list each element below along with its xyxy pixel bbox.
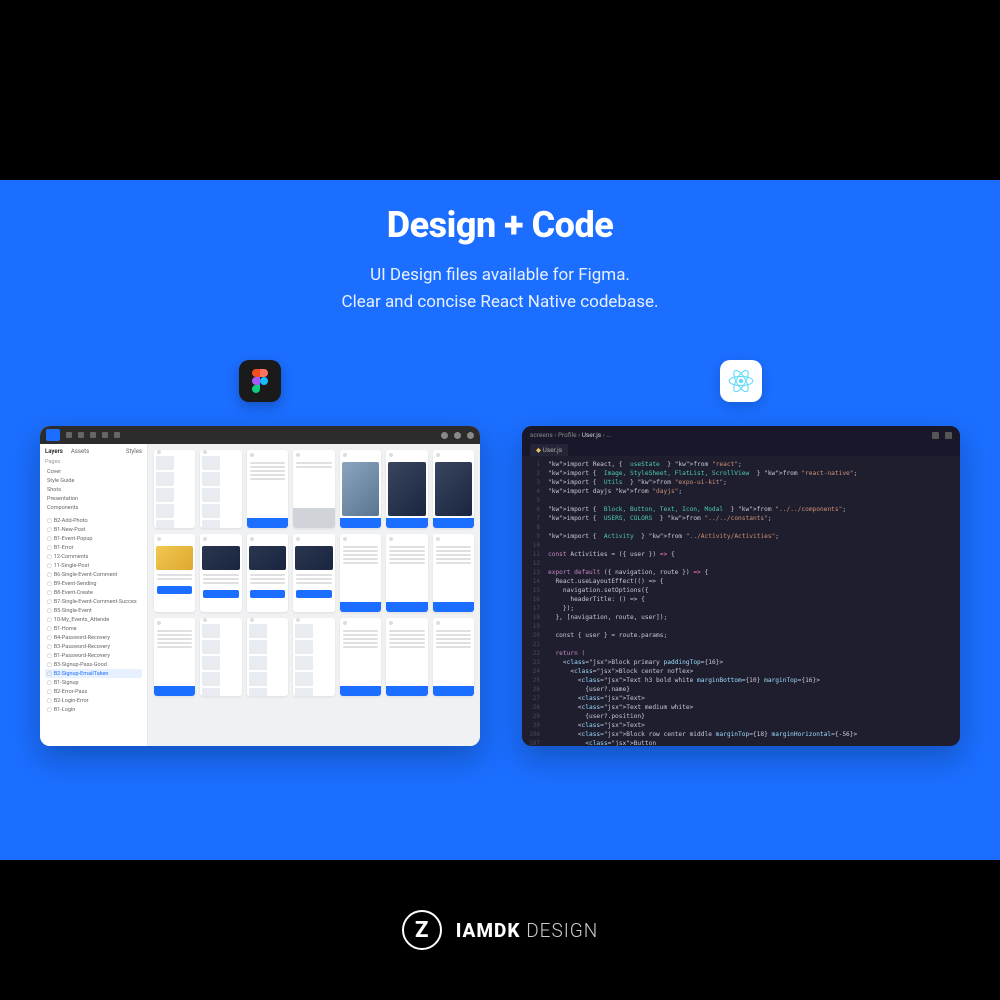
frame-item[interactable]: B9-Event-Sending — [45, 579, 142, 588]
frame-item[interactable]: B6-Single-Event-Comment — [45, 570, 142, 579]
frame-item[interactable]: B1-Event-Popup — [45, 534, 142, 543]
hero-sub-line1: UI Design files available for Figma. — [342, 262, 659, 289]
artboard[interactable] — [154, 450, 195, 528]
code-screenshot: screens › Profile › User.js › ... ◆ User… — [522, 426, 960, 746]
breadcrumb[interactable]: screens › Profile › User.js › ... — [530, 431, 611, 439]
frame-item[interactable]: B2-Error-Pass — [45, 687, 142, 696]
artboard[interactable] — [154, 534, 195, 612]
frame-item[interactable]: B2-Login-Error — [45, 696, 142, 705]
top-black-band — [0, 0, 1000, 180]
editor-body[interactable]: 1234567891011121314151617181920212223242… — [522, 456, 960, 746]
artboard[interactable] — [200, 618, 241, 696]
react-icon — [728, 368, 754, 394]
frame-item[interactable]: B1-Error — [45, 543, 142, 552]
page-item[interactable]: Components — [45, 503, 142, 512]
frame-item[interactable]: B8-Event-Create — [45, 588, 142, 597]
artboard[interactable] — [247, 534, 288, 612]
artboard[interactable] — [433, 534, 474, 612]
artboard[interactable] — [340, 450, 381, 528]
frame-item[interactable]: 12-Comments — [45, 552, 142, 561]
artboard[interactable] — [247, 450, 288, 528]
artboard[interactable] — [433, 450, 474, 528]
editor-tab[interactable]: ◆ User.js — [530, 444, 568, 456]
avatar-icon[interactable] — [441, 432, 448, 439]
figma-toolbar[interactable] — [40, 426, 480, 444]
frame-item[interactable]: B1-Home — [45, 624, 142, 633]
frame-item[interactable]: B2-Signup-EmailTaken — [45, 669, 142, 678]
editor-titlebar: screens › Profile › User.js › ... — [522, 426, 960, 444]
footer: Z IAMDK DESIGN — [0, 860, 1000, 1000]
figma-icon — [252, 369, 268, 393]
assets-tab[interactable]: Assets — [71, 448, 89, 455]
frame-item[interactable]: B5-Single-Event — [45, 606, 142, 615]
artboard[interactable] — [433, 618, 474, 696]
frame-item[interactable]: B1-New-Post — [45, 525, 142, 534]
layers-tab[interactable]: Layers — [45, 448, 63, 455]
artboard[interactable] — [386, 534, 427, 612]
present-icon[interactable] — [467, 432, 474, 439]
page-item[interactable]: Style Guide — [45, 476, 142, 485]
frame-tool-icon[interactable] — [78, 432, 84, 438]
artboard[interactable] — [386, 450, 427, 528]
artboard[interactable] — [386, 618, 427, 696]
frame-item[interactable]: 11-Single-Post — [45, 561, 142, 570]
brand-logo-icon: Z — [402, 910, 442, 950]
artboard[interactable] — [340, 618, 381, 696]
text-tool-icon[interactable] — [114, 432, 120, 438]
page-item[interactable]: Shots — [45, 485, 142, 494]
react-app-badge — [720, 360, 762, 402]
artboard[interactable] — [293, 618, 334, 696]
hero-section: Design + Code UI Design files available … — [0, 180, 1000, 860]
figma-column: Layers Assets Styles Pages CoverStyle Gu… — [40, 360, 480, 746]
hero-title: Design + Code — [387, 204, 613, 246]
frame-item[interactable]: B4-Password-Recovery — [45, 633, 142, 642]
pen-tool-icon[interactable] — [102, 432, 108, 438]
frame-item[interactable]: 10-My_Events_Attende — [45, 615, 142, 624]
artboard[interactable] — [340, 534, 381, 612]
frame-item[interactable]: B3-Password-Recovery — [45, 642, 142, 651]
artboard[interactable] — [293, 450, 334, 528]
frame-item[interactable]: B2-Add-Photo — [45, 516, 142, 525]
line-gutter: 1234567891011121314151617181920212223242… — [522, 456, 544, 746]
frame-item[interactable]: B7-Single-Event-Comment-Succes — [45, 597, 142, 606]
figma-logo-button[interactable] — [46, 429, 60, 441]
artboard[interactable] — [247, 618, 288, 696]
frame-item[interactable]: B3-Signup-Pass-Good — [45, 660, 142, 669]
brand-text: IAMDK DESIGN — [456, 919, 599, 942]
artboard[interactable] — [200, 534, 241, 612]
shape-tool-icon[interactable] — [90, 432, 96, 438]
code-column: screens › Profile › User.js › ... ◆ User… — [522, 360, 960, 746]
figma-screenshot: Layers Assets Styles Pages CoverStyle Gu… — [40, 426, 480, 746]
page-item[interactable]: Presentation — [45, 494, 142, 503]
styles-tab[interactable]: Styles — [126, 448, 142, 455]
code-lines[interactable]: "kw">import React, { useState } "kw">fro… — [544, 456, 960, 746]
frame-item[interactable]: B1-Password-Recovery — [45, 651, 142, 660]
figma-layers-panel[interactable]: Layers Assets Styles Pages CoverStyle Gu… — [40, 444, 148, 746]
artboard[interactable] — [154, 618, 195, 696]
figma-canvas[interactable] — [148, 444, 480, 746]
page-item[interactable]: Cover — [45, 467, 142, 476]
artboard[interactable] — [293, 534, 334, 612]
frame-item[interactable]: B1-Signup — [45, 678, 142, 687]
more-icon[interactable] — [945, 432, 952, 439]
figma-app-badge — [239, 360, 281, 402]
hero-subtitle: UI Design files available for Figma. Cle… — [342, 262, 659, 316]
artboard[interactable] — [200, 450, 241, 528]
hero-sub-line2: Clear and concise React Native codebase. — [342, 289, 659, 316]
split-editor-icon[interactable] — [932, 432, 939, 439]
pages-heading: Pages — [45, 459, 142, 465]
move-tool-icon[interactable] — [66, 432, 72, 438]
share-icon[interactable] — [454, 432, 461, 439]
frame-item[interactable]: B1-Login — [45, 705, 142, 714]
